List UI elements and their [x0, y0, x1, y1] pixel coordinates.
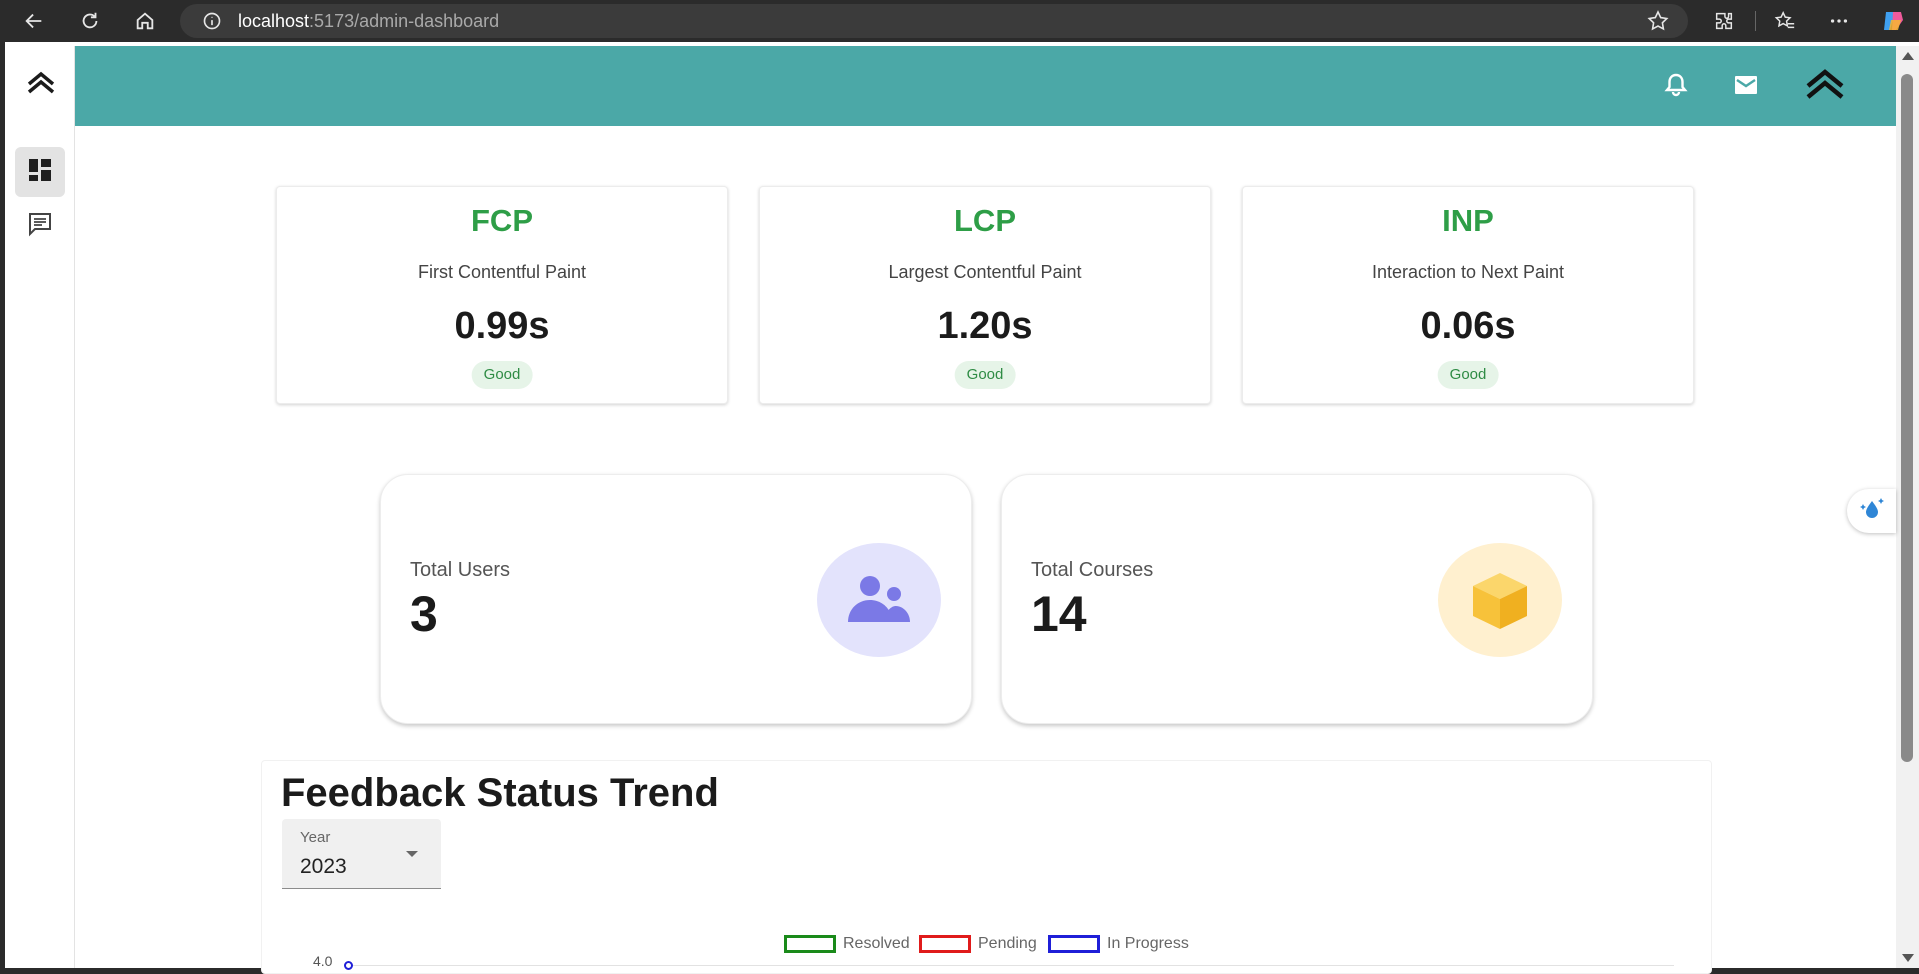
app-logo-icon[interactable] [24, 66, 58, 100]
back-icon[interactable] [20, 7, 48, 35]
favorite-star-icon[interactable] [1646, 9, 1670, 38]
sidebar [5, 46, 75, 968]
metric-name: Interaction to Next Paint [1371, 262, 1565, 282]
users-icon [817, 543, 941, 657]
metric-card-fcp: FCP First Contentful Paint 0.99s Good [276, 186, 728, 404]
stat-value: 3 [410, 586, 438, 642]
sidebar-item-dashboard[interactable] [15, 147, 65, 197]
legend-swatch [784, 935, 836, 953]
toolbar-divider [1755, 11, 1756, 31]
scroll-up-arrow-icon[interactable] [1902, 52, 1914, 60]
status-badge: Good [954, 361, 1016, 389]
more-options-icon[interactable] [1825, 7, 1853, 35]
legend-label: Pending [978, 935, 1037, 952]
metric-abbr: LCP [954, 203, 1016, 238]
metric-value: 0.99s [454, 305, 550, 347]
year-select-value: 2023 [300, 855, 347, 878]
metric-abbr: FCP [471, 203, 533, 238]
stat-card-total-users: Total Users 3 [380, 474, 972, 724]
legend-label: Resolved [843, 935, 910, 952]
legend-swatch [919, 935, 971, 953]
home-icon[interactable] [131, 7, 159, 35]
legend-item-in-progress[interactable]: In Progress [1048, 935, 1189, 953]
sidebar-item-feedback[interactable] [15, 201, 65, 251]
mail-icon[interactable] [1729, 68, 1763, 102]
y-axis-tick-label: 4.0 [313, 953, 333, 969]
section-title: Feedback Status Trend [281, 771, 719, 815]
metric-value: 1.20s [937, 305, 1033, 347]
status-badge: Good [471, 361, 533, 389]
floating-assistant-button[interactable] [1847, 489, 1896, 533]
year-select-label: Year [300, 829, 331, 846]
brand-logo-icon[interactable] [1802, 62, 1848, 108]
dashboard-icon [27, 157, 53, 188]
water-drop-sparkle-icon [1857, 494, 1887, 529]
year-select[interactable]: Year 2023 [282, 819, 441, 889]
feedback-trend-panel: Feedback Status Trend Year 2023 Resolved… [261, 760, 1712, 974]
address-bar[interactable]: localhost:5173/admin-dashboard [180, 4, 1688, 38]
extensions-icon[interactable] [1710, 7, 1738, 35]
refresh-icon[interactable] [76, 7, 104, 35]
copilot-icon[interactable] [1879, 7, 1907, 35]
chart-gridline [348, 965, 1674, 966]
scroll-thumb[interactable] [1901, 74, 1913, 762]
stat-label: Total Courses [1031, 559, 1154, 581]
metric-name: Largest Contentful Paint [888, 262, 1082, 282]
browser-toolbar: localhost:5173/admin-dashboard [0, 0, 1919, 42]
metric-card-inp: INP Interaction to Next Paint 0.06s Good [1242, 186, 1694, 404]
metric-abbr: INP [1442, 203, 1494, 238]
scroll-down-arrow-icon[interactable] [1902, 954, 1914, 962]
page-scrollbar[interactable] [1896, 46, 1919, 968]
top-header [75, 46, 1896, 126]
legend-label: In Progress [1107, 935, 1189, 952]
metric-card-lcp: LCP Largest Contentful Paint 1.20s Good [759, 186, 1211, 404]
legend-item-pending[interactable]: Pending [919, 935, 1037, 953]
metric-name: First Contentful Paint [417, 262, 587, 282]
box-icon [1438, 543, 1562, 657]
status-badge: Good [1437, 361, 1499, 389]
legend-item-resolved[interactable]: Resolved [784, 935, 910, 953]
stat-value: 14 [1031, 586, 1087, 642]
legend-swatch [1048, 935, 1100, 953]
notifications-bell-icon[interactable] [1659, 68, 1693, 102]
chat-icon [27, 211, 53, 242]
data-point-in-progress[interactable] [344, 961, 353, 970]
dropdown-caret-icon[interactable] [406, 851, 418, 857]
stat-card-total-courses: Total Courses 14 [1001, 474, 1593, 724]
url-text: localhost:5173/admin-dashboard [238, 10, 500, 31]
info-icon[interactable] [202, 11, 222, 31]
stat-label: Total Users [410, 559, 511, 581]
metric-value: 0.06s [1420, 305, 1516, 347]
favorites-icon[interactable] [1771, 7, 1799, 35]
